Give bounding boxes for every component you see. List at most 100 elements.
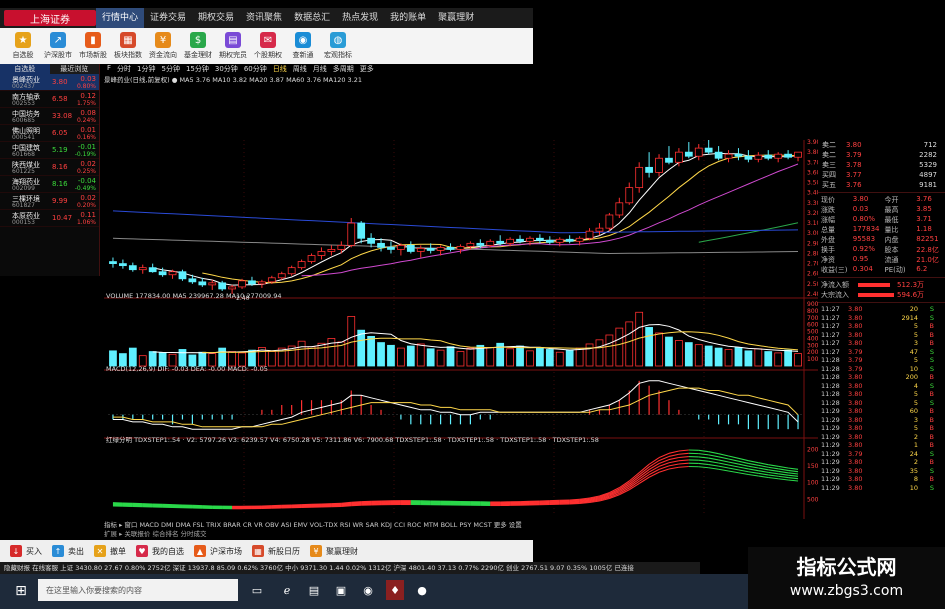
toolbar-button-7[interactable]: ✉ 个股期权 bbox=[251, 32, 285, 60]
watchlist-item[interactable]: 南方轴承 002553 6.58 0.12 1.75% bbox=[0, 91, 99, 108]
tick-price: 3.79 bbox=[848, 356, 863, 364]
watchlist-item[interactable]: 景峰药业 002437 3.80 0.03 0.80% bbox=[0, 74, 99, 91]
period-tab-9[interactable]: 月线 bbox=[310, 64, 330, 74]
watchlist-item[interactable]: 中国坊务 600685 33.08 0.08 0.24% bbox=[0, 108, 99, 125]
volume-bar bbox=[645, 327, 653, 367]
store-icon[interactable]: ▣ bbox=[332, 580, 350, 600]
candle-body bbox=[595, 227, 604, 232]
stock-chart[interactable]: VOLUME 177834.00 MA5 239967.28 MA10 2770… bbox=[104, 84, 818, 519]
menu-item-5[interactable]: 热点发现 bbox=[336, 8, 384, 28]
watchlist-item[interactable]: 三棵环境 601827 9.99 0.02 0.20% bbox=[0, 193, 99, 210]
bottom-button-2[interactable]: ✕ 撤单 bbox=[94, 545, 126, 557]
quote-info-cell: 1.18 bbox=[916, 225, 932, 233]
tick-price: 3.80 bbox=[848, 458, 863, 466]
volume-bar bbox=[416, 343, 425, 367]
period-tab-0[interactable]: F bbox=[104, 64, 114, 74]
menu-item-4[interactable]: 数据总汇 bbox=[288, 8, 336, 28]
stock-code: 002437 bbox=[12, 83, 35, 90]
tick-row: 11:29 3.80 2 B bbox=[818, 458, 945, 467]
watchlist-item[interactable]: 陕西煤业 601225 8.16 0.02 0.25% bbox=[0, 159, 99, 176]
period-tab-10[interactable]: 多周期 bbox=[330, 64, 357, 74]
bottom-button-5[interactable]: ▦ 新股日历 bbox=[252, 545, 300, 557]
tick-row: 11:28 3.80 200 B bbox=[818, 373, 945, 382]
task-view-icon[interactable]: ▭ bbox=[248, 580, 266, 600]
taskbar-search-input[interactable]: 在这里输入你要搜索的内容 bbox=[38, 579, 238, 601]
price-axis-label: 2.90 bbox=[807, 240, 818, 247]
ma250-line bbox=[112, 237, 799, 255]
candle-body bbox=[704, 147, 713, 153]
tab-recent[interactable]: 最近浏览 bbox=[50, 64, 100, 74]
menu-item-1[interactable]: 证券交易 bbox=[144, 8, 192, 28]
menu-item-3[interactable]: 资讯聚焦 bbox=[240, 8, 288, 28]
trade-bar: ↓ 买入 ↑ 卖出 ✕ 撤单 ♥ 我的自选 ▲ 沪深市场 ▦ 新股日历 ¥ 聚赢理财 bbox=[0, 540, 533, 562]
toolbar-button-0[interactable]: ★ 自选股 bbox=[6, 32, 40, 60]
watchlist-item[interactable]: 佛山照明 000541 6.05 0.01 0.16% bbox=[0, 125, 99, 142]
tab-watchlist[interactable]: 自选股 bbox=[0, 64, 50, 74]
stock-code: 601827 bbox=[12, 202, 35, 209]
tick-time: 11:29 bbox=[821, 475, 840, 483]
period-tab-7[interactable]: 日线 bbox=[270, 64, 290, 74]
bottom-button-6[interactable]: ¥ 聚赢理财 bbox=[310, 545, 358, 557]
custom-ribbon-segment bbox=[718, 453, 729, 457]
app-icon[interactable]: ◉ bbox=[359, 580, 377, 600]
toolbar-button-5[interactable]: $ 基金理财 bbox=[181, 32, 215, 60]
volume-bar bbox=[526, 350, 534, 367]
period-tab-3[interactable]: 5分钟 bbox=[159, 64, 183, 74]
tick-row: 11:29 3.79 24 S bbox=[818, 450, 945, 459]
toolbar-button-3[interactable]: ▦ 板块指数 bbox=[111, 32, 145, 60]
candle-body bbox=[784, 153, 792, 158]
menu-item-0[interactable]: 行情中心 bbox=[96, 8, 145, 28]
tick-price: 3.80 bbox=[848, 466, 863, 475]
custom-ribbon-segment bbox=[648, 471, 660, 478]
bottom-button-0[interactable]: ↓ 买入 bbox=[10, 545, 42, 557]
menu-item-6[interactable]: 我的账单 bbox=[384, 8, 432, 28]
toolbar-button-6[interactable]: ▤ 期权完员 bbox=[216, 32, 250, 60]
bottom-button-1[interactable]: ↑ 卖出 bbox=[52, 545, 84, 557]
tick-time: 11:29 bbox=[821, 441, 840, 449]
quote-info-cell: 股本 bbox=[884, 246, 899, 254]
candle-body bbox=[228, 286, 236, 290]
order-book: 卖二 3.80 712 卖二 3.79 2282 卖三 3.78 5329 买四 3.77 4897 买… bbox=[818, 140, 945, 190]
period-tab-8[interactable]: 周线 bbox=[290, 64, 310, 74]
stock-price: 33.08 bbox=[52, 112, 73, 120]
price-axis-label: 2.70 bbox=[807, 261, 818, 268]
period-tab-11[interactable]: 更多 bbox=[357, 64, 377, 74]
toolbar-button-9[interactable]: ◍ 宏观指标 bbox=[321, 32, 355, 60]
sell-icon: ↑ bbox=[52, 545, 64, 557]
tick-row: 11:28 3.79 5 S bbox=[818, 356, 945, 365]
tick-row: 11:28 3.79 10 S bbox=[818, 365, 945, 374]
toolbar-button-8[interactable]: ◉ 查新通 bbox=[286, 32, 320, 60]
ma5-line bbox=[152, 152, 799, 286]
period-tab-1[interactable]: 分时 bbox=[114, 64, 134, 74]
custom-ribbon-segment bbox=[668, 460, 680, 464]
menu-item-2[interactable]: 期权交易 bbox=[192, 8, 240, 28]
trading-app-icon[interactable]: ♦ bbox=[386, 580, 404, 600]
menu-item-7[interactable]: 聚赢理财 bbox=[432, 8, 480, 28]
toolbar-button-1[interactable]: ↗ 沪深股市 bbox=[41, 32, 75, 60]
period-tab-4[interactable]: 15分钟 bbox=[183, 64, 212, 74]
quote-info-cell: 3.85 bbox=[916, 205, 932, 213]
chat-app-icon[interactable]: ● bbox=[413, 580, 431, 600]
windows-start-icon[interactable]: ⊞ bbox=[10, 580, 32, 602]
volume-axis-label: 1000 bbox=[807, 356, 818, 363]
bottom-button-3[interactable]: ♥ 我的自选 bbox=[136, 545, 184, 557]
quote-info-cell: 0.304 bbox=[852, 265, 873, 273]
watchlist-item[interactable]: 海翔药业 002099 8.16 -0.04 -0.49% bbox=[0, 176, 99, 193]
watchlist-item[interactable]: 本原药业 000153 10.47 0.11 1.06% bbox=[0, 210, 99, 227]
toolbar-button-4[interactable]: ¥ 资金流向 bbox=[146, 32, 180, 60]
indicator-tabs[interactable]: 指标 ▸ 窗口 MACD DMI DMA FSL TRIX BRAR CR VR… bbox=[104, 519, 794, 529]
period-tab-6[interactable]: 60分钟 bbox=[241, 64, 270, 74]
period-tab-5[interactable]: 30分钟 bbox=[212, 64, 241, 74]
toolbar-button-2[interactable]: ▮ 市场新股 bbox=[76, 32, 110, 60]
tick-list[interactable]: 11:27 3.80 20 S 11:27 3.80 2914 S 11:27 3.80 5 B 11:… bbox=[818, 302, 945, 492]
period-tab-2[interactable]: 1分钟 bbox=[134, 64, 158, 74]
edge-browser-icon[interactable]: ℯ bbox=[278, 580, 296, 600]
file-explorer-icon[interactable]: ▤ bbox=[305, 580, 323, 600]
tick-side: S bbox=[929, 381, 934, 390]
bottom-button-4[interactable]: ▲ 沪深市场 bbox=[194, 545, 242, 557]
custom-ribbon-segment bbox=[708, 467, 719, 470]
extension-tabs[interactable]: 扩展 ▸ 关联报价 综合排名 分时成交 bbox=[104, 528, 794, 538]
custom-ribbon-segment bbox=[678, 462, 689, 465]
watchlist-item[interactable]: 中国建筑 601668 5.19 -0.01 -0.19% bbox=[0, 142, 99, 159]
flow-label: 大宗流入 bbox=[821, 291, 849, 299]
